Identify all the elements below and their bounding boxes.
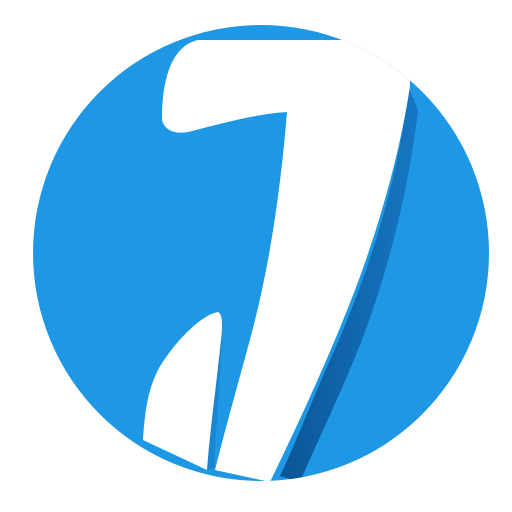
app-icon-canvas — [0, 0, 512, 512]
app-logo-icon — [33, 25, 489, 481]
